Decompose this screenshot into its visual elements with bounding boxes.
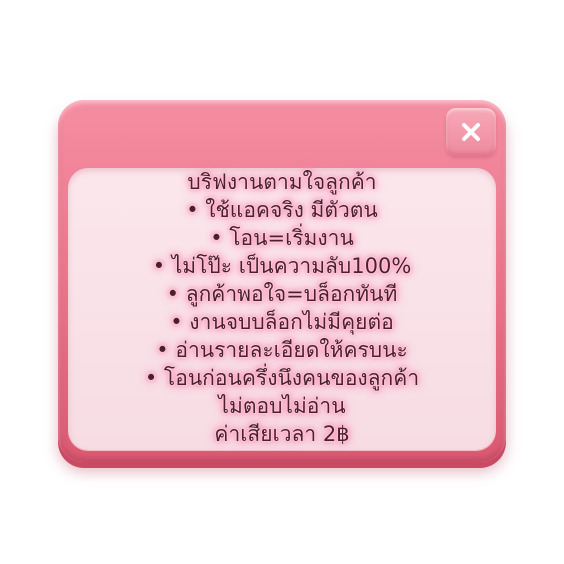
- message-line-title: บริฟงานตามใจลูกค้า: [187, 170, 377, 194]
- message-line: • ลูกค้าพอใจ=บล็อกทันที: [166, 282, 398, 306]
- title-bar: [58, 100, 506, 164]
- message-line: • ไม่โป๊ะ เป็นความลับ100%: [152, 254, 412, 278]
- dialog-window: บริฟงานตามใจลูกค้า • ใช้แอคจริง มีตัวตน …: [58, 100, 506, 462]
- message-line: • โอน=เริ่มงาน: [210, 226, 354, 250]
- message-line: • ใช้แอคจริง มีตัวตน: [186, 198, 378, 222]
- canvas: บริฟงานตามใจลูกค้า • ใช้แอคจริง มีตัวตน …: [0, 0, 564, 564]
- message-line: • อ่านรายละเอียดให้ครบนะ: [156, 338, 408, 362]
- close-icon: [461, 122, 481, 142]
- message-line: • งานจบบล็อกไม่มีคุยต่อ: [170, 310, 394, 334]
- message-text: บริฟงานตามใจลูกค้า • ใช้แอคจริง มีตัวตน …: [62, 168, 502, 448]
- content-panel: บริฟงานตามใจลูกค้า • ใช้แอคจริง มีตัวตน …: [68, 168, 496, 450]
- close-button[interactable]: [446, 108, 496, 156]
- message-line: • โอนก่อนครึ่งนึงคนของลูกค้า: [144, 366, 420, 390]
- message-line: ไม่ตอบไม่อ่าน: [218, 394, 346, 418]
- message-line-price: ค่าเสียเวลา 2฿: [214, 422, 350, 446]
